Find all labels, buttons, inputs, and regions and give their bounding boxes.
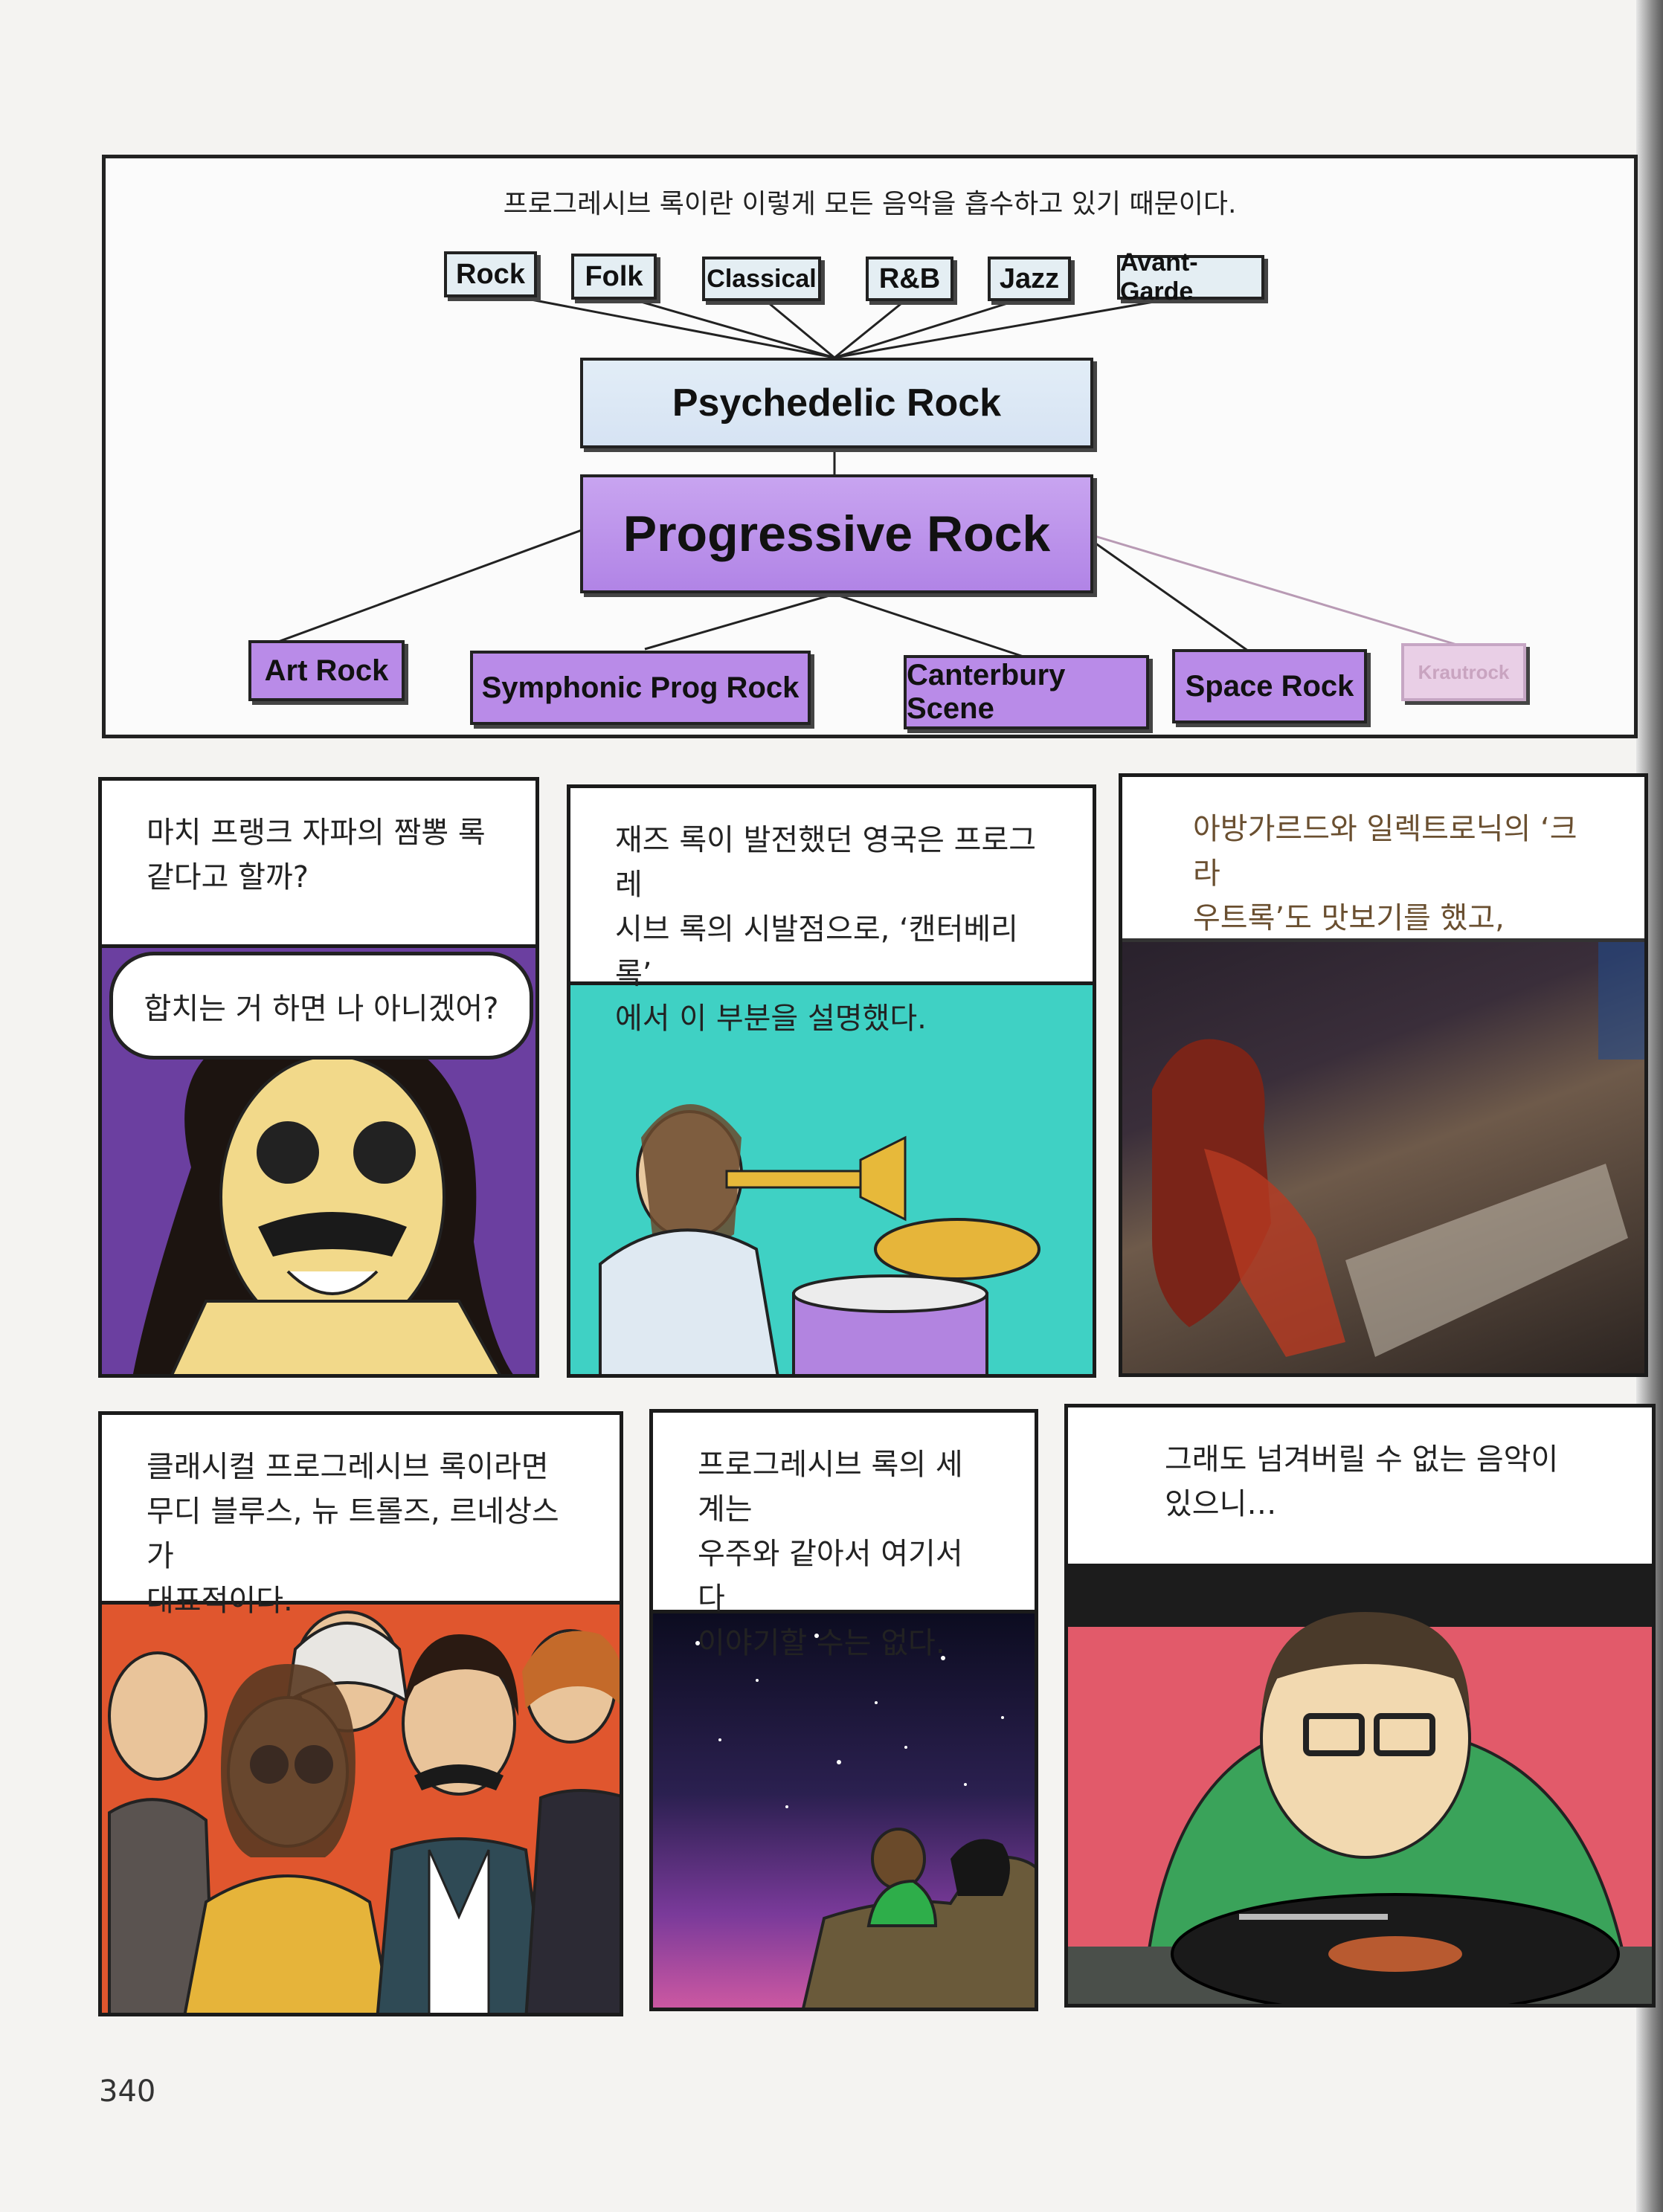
genre-diagram: 프로그레시브 록이란 이렇게 모든 음악을 흡수하고 있기 때문이다. Rock… [102, 155, 1638, 738]
panel-1-caption: 마치 프랭크 자파의 짬뽕 록 같다고 할까? [102, 781, 535, 948]
page-number: 340 [99, 2074, 156, 2109]
night-sky [653, 1613, 1035, 2008]
panel-2-caption: 재즈 록이 발전했던 영국은 프로그레 시브 록의 시발점으로, ‘캔터베리 록… [570, 788, 1093, 1036]
caption-line: 재즈 록이 발전했던 영국은 프로그레 [615, 823, 1037, 902]
subgenre-symphonic: Symphonic Prog Rock [470, 651, 811, 725]
caption-line: 아방가르드와 일렉트로닉의 ‘크라 [1193, 812, 1577, 891]
psychedelic-rock-box: Psychedelic Rock [580, 358, 1093, 448]
source-avant-garde: Avant-Garde [1117, 248, 1264, 306]
panel-record-player: 그래도 넘겨버릴 수 없는 음악이 있으니… [1064, 1404, 1656, 2008]
panel-zappa: 마치 프랭크 자파의 짬뽕 록 같다고 할까? 합치는 거 하면 나 아니겠어? [98, 777, 539, 1378]
source-rock: Rock [444, 251, 537, 297]
caption-line: 우트록’도 맛보기를 했고, [1193, 901, 1505, 935]
progressive-rock-box: Progressive Rock [580, 474, 1093, 593]
source-folk: Folk [571, 254, 657, 300]
dj-scene [1068, 1567, 1652, 2004]
panel-universe: 프로그레시브 록의 세계는 우주와 같아서 여기서 다 이야기할 수는 없다. [649, 1409, 1038, 2011]
band-scene [102, 1605, 620, 2013]
source-classical: Classical [702, 257, 821, 301]
diagram-caption: 프로그레시브 록이란 이렇게 모든 음악을 흡수하고 있기 때문이다. [503, 189, 1237, 219]
caption-line: 우주와 같아서 여기서 다 [698, 1537, 963, 1616]
caption-line: 대표적이다. [147, 1584, 293, 1618]
source-jazz: Jazz [988, 257, 1071, 301]
subgenre-krautrock: Krautrock [1401, 643, 1526, 701]
caption-line: 있으니… [1165, 1487, 1277, 1521]
band-illustration [108, 1610, 620, 2013]
subgenre-space-rock: Space Rock [1172, 649, 1367, 723]
caption-line: 클래시컬 프로그레시브 록이라면 [147, 1450, 549, 1484]
speech-bubble: 합치는 거 하면 나 아니겠어? [109, 952, 533, 1060]
panel-3-caption: 아방가르드와 일렉트로닉의 ‘크라 우트록’도 맛보기를 했고, [1122, 777, 1644, 942]
panel-classical-prog: 클래시컬 프로그레시브 록이라면 무디 블루스, 뉴 트롤즈, 르네상스가 대표… [98, 1411, 623, 2016]
caption-line: 에서 이 부분을 설명했다. [615, 1002, 927, 1036]
caption-line: 프로그레시브 록의 세계는 [698, 1448, 963, 1526]
subgenre-canterbury: Canterbury Scene [904, 655, 1149, 729]
panel-6-caption: 그래도 넘겨버릴 수 없는 음악이 있으니… [1068, 1408, 1652, 1567]
caption-line: 그래도 넘겨버릴 수 없는 음악이 [1165, 1442, 1559, 1477]
panel-4-caption: 클래시컬 프로그레시브 록이라면 무디 블루스, 뉴 트롤즈, 르네상스가 대표… [102, 1415, 620, 1618]
caption-line: 시브 록의 시발점으로, ‘캔터베리 록’ [615, 912, 1018, 991]
speech-text: 합치는 거 하면 나 아니겠어? [144, 991, 499, 1026]
caption-line: 마치 프랭크 자파의 짬뽕 록 [147, 816, 486, 850]
subgenre-art-rock: Art Rock [248, 640, 405, 701]
panel-5-caption: 프로그레시브 록의 세계는 우주와 같아서 여기서 다 이야기할 수는 없다. [653, 1413, 1035, 1660]
caption-line: 무디 블루스, 뉴 트롤즈, 르네상스가 [147, 1494, 559, 1573]
panel-canterbury: 재즈 록이 발전했던 영국은 프로그레 시브 록의 시발점으로, ‘캔터베리 록… [567, 784, 1096, 1378]
source-rnb: R&B [866, 257, 953, 301]
record-player-illustration [1068, 1612, 1652, 2004]
stargazer-illustration [695, 1634, 1035, 2008]
caption-line: 같다고 할까? [147, 860, 309, 894]
caption-line: 이야기할 수는 없다. [698, 1626, 945, 1660]
panel-krautrock: 아방가르드와 일렉트로닉의 ‘크라 우트록’도 맛보기를 했고, [1119, 773, 1648, 1377]
